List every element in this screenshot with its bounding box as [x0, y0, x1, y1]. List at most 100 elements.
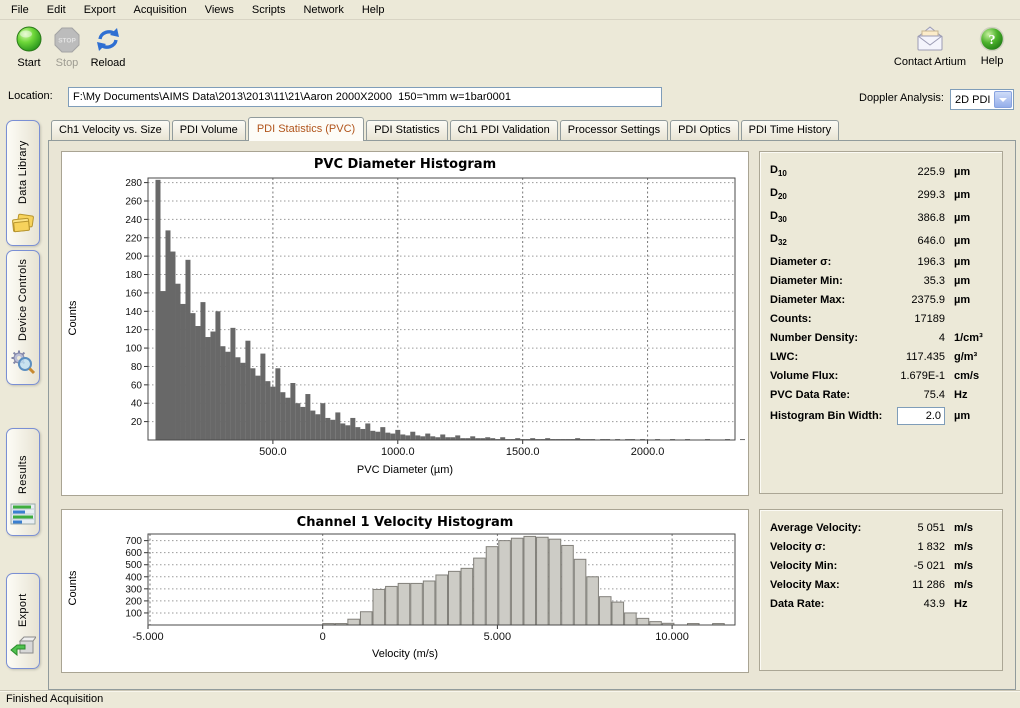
stat-value: 43.9 — [881, 598, 945, 610]
sidebar-item-results[interactable]: Results — [6, 428, 40, 536]
diameter-stat-row-lwc: LWC:117.435g/m³ — [770, 347, 992, 366]
stat-value: -5 021 — [881, 560, 945, 572]
stat-unit: µm — [954, 212, 992, 224]
stat-value: 5 051 — [881, 522, 945, 534]
sidebar-item-export[interactable]: Export — [6, 573, 40, 669]
svg-text:700: 700 — [125, 536, 142, 547]
stat-unit: Hz — [954, 598, 992, 610]
stat-label: PVC Data Rate: — [770, 389, 850, 401]
svg-text:200: 200 — [125, 596, 142, 607]
svg-text:160: 160 — [125, 288, 142, 299]
stat-label: Number Density: — [770, 332, 858, 344]
tab-pdi-statistics-pvc[interactable]: PDI Statistics (PVC) — [248, 117, 364, 141]
diameter-stat-row-d32: D32646.0µm — [770, 229, 992, 252]
stat-value: 11 286 — [881, 579, 945, 591]
histogram-bars — [323, 536, 725, 625]
doppler-analysis-value: 2D PDI — [951, 94, 993, 106]
velocity-statistics-panel: Average Velocity:5 051m/sVelocity σ:1 83… — [759, 509, 1003, 671]
stat-label: Diameter Min: — [770, 275, 843, 287]
stat-value: 225.9 — [881, 166, 945, 178]
velocity-stat-row-velocity-max: Velocity Max:11 286m/s — [770, 575, 992, 594]
barchart-icon — [10, 502, 36, 529]
svg-text:260: 260 — [125, 196, 142, 207]
stat-label: D10 — [770, 164, 787, 178]
velocity-stat-row-velocity: Velocity σ:1 832m/s — [770, 537, 992, 556]
svg-text:-5.000: -5.000 — [132, 631, 163, 643]
svg-text:300: 300 — [125, 584, 142, 595]
toolbar: Start STOP Stop Reload — [0, 20, 1020, 82]
stat-unit: cm/s — [954, 370, 992, 382]
help-icon: ? — [979, 26, 1005, 52]
stat-label: Velocity Max: — [770, 579, 840, 591]
stat-label: D20 — [770, 187, 787, 201]
menu-item-export[interactable]: Export — [75, 1, 125, 19]
sidebar-item-label: Results — [17, 429, 29, 502]
stop-icon: STOP — [53, 26, 81, 54]
svg-text:600: 600 — [125, 548, 142, 559]
svg-text:40: 40 — [131, 399, 143, 410]
svg-text:20: 20 — [131, 417, 143, 428]
svg-text:80: 80 — [131, 362, 143, 373]
diameter-stat-row-d10: D10225.9µm — [770, 160, 992, 183]
combo-dropdown-button[interactable] — [994, 91, 1012, 108]
svg-text:10.000: 10.000 — [655, 631, 689, 643]
tab-pdi-optics[interactable]: PDI Optics — [670, 120, 739, 140]
tab-ch1-pdi-validation[interactable]: Ch1 PDI Validation — [450, 120, 558, 140]
velocity-ylabel: Counts — [67, 543, 79, 633]
stat-value: 646.0 — [881, 235, 945, 247]
svg-text:200: 200 — [125, 252, 142, 263]
reload-label: Reload — [84, 57, 132, 69]
stat-unit: µm — [954, 235, 992, 247]
start-button[interactable]: Start — [8, 26, 50, 69]
menu-item-network[interactable]: Network — [294, 1, 352, 19]
stat-value: 386.8 — [881, 212, 945, 224]
stat-unit: µm — [954, 275, 992, 287]
help-button[interactable]: ? Help — [972, 26, 1012, 67]
pvc-ylabel: Counts — [67, 273, 79, 363]
location-input[interactable] — [68, 87, 662, 107]
stat-label: Velocity σ: — [770, 541, 826, 553]
pvc-chart-title: PVC Diameter Histogram — [62, 152, 748, 172]
pvc-diameter-histogram-panel: PVC Diameter Histogram Counts 2040608010… — [61, 151, 749, 496]
menu-item-file[interactable]: File — [2, 1, 38, 19]
menu-item-acquisition[interactable]: Acquisition — [125, 1, 196, 19]
svg-text:?: ? — [989, 33, 996, 48]
sidebar-item-device-controls[interactable]: Device Controls — [6, 250, 40, 385]
stat-label: LWC: — [770, 351, 798, 363]
diameter-stat-row-diameter-min: Diameter Min:35.3µm — [770, 271, 992, 290]
svg-text:280: 280 — [125, 178, 142, 189]
menu-item-help[interactable]: Help — [353, 1, 394, 19]
tab-pdi-statistics[interactable]: PDI Statistics — [366, 120, 447, 140]
gears-icon — [10, 349, 36, 378]
tab-strip: Ch1 Velocity vs. SizePDI VolumePDI Stati… — [51, 114, 1016, 140]
reload-button[interactable]: Reload — [84, 26, 132, 69]
menu-item-scripts[interactable]: Scripts — [243, 1, 295, 19]
svg-text:500: 500 — [125, 560, 142, 571]
velocity-histogram-plot: 100200300400500600700-5.00005.00010.000 — [62, 530, 746, 644]
svg-text:500.0: 500.0 — [259, 446, 287, 458]
tab-pdi-time-history[interactable]: PDI Time History — [741, 120, 840, 140]
velocity-chart-title: Channel 1 Velocity Histogram — [62, 510, 748, 530]
doppler-analysis-select[interactable]: 2D PDI — [950, 89, 1014, 110]
sidebar-item-data-library[interactable]: Data Library — [6, 120, 40, 246]
velocity-stat-row-average-velocity: Average Velocity:5 051m/s — [770, 518, 992, 537]
tab-processor-settings[interactable]: Processor Settings — [560, 120, 668, 140]
status-text: Finished Acquisition — [6, 693, 103, 705]
stat-unit: m/s — [954, 522, 992, 534]
contact-artium-button[interactable]: Contact Artium — [885, 26, 975, 68]
tab-ch1-velocity-vs-size[interactable]: Ch1 Velocity vs. Size — [51, 120, 170, 140]
stat-label: Counts: — [770, 313, 812, 325]
tab-pdi-volume[interactable]: PDI Volume — [172, 120, 246, 140]
velocity-stat-row-data-rate: Data Rate:43.9Hz — [770, 594, 992, 613]
doppler-analysis-label: Doppler Analysis: — [859, 92, 944, 104]
stat-unit: µm — [954, 256, 992, 268]
histogram-bin-width-input[interactable] — [897, 407, 945, 425]
stat-value: 299.3 — [881, 189, 945, 201]
menu-item-views[interactable]: Views — [196, 1, 243, 19]
chevron-down-icon — [999, 98, 1007, 102]
svg-text:140: 140 — [125, 307, 142, 318]
menu-item-edit[interactable]: Edit — [38, 1, 75, 19]
svg-text:5.000: 5.000 — [484, 631, 512, 643]
envelope-icon — [913, 26, 947, 53]
velocity-xlabel: Velocity (m/s) — [62, 648, 748, 660]
